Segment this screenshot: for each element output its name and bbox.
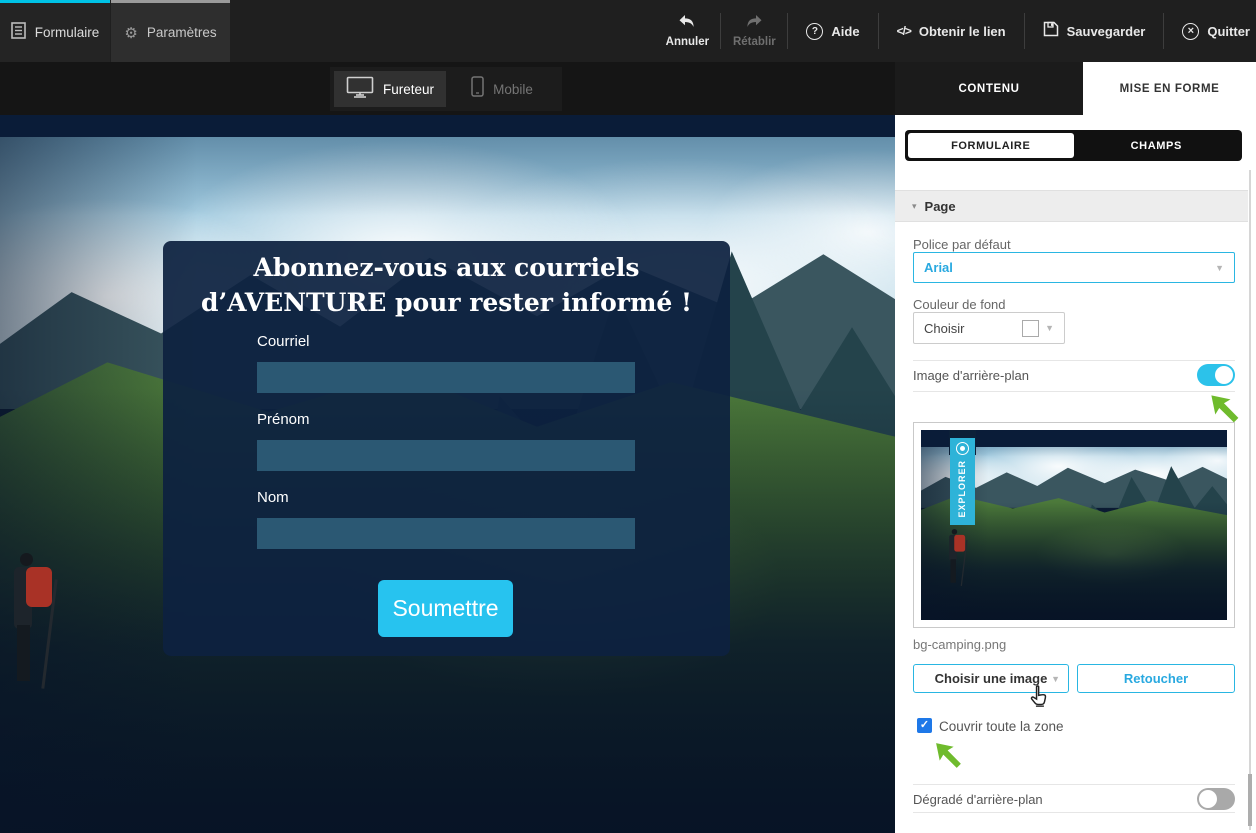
device-toggle: Fureteur Mobile <box>330 67 562 111</box>
undo-button[interactable]: Annuler <box>654 14 720 48</box>
email-field[interactable] <box>257 362 635 393</box>
canvas-top-strip: Fureteur Mobile <box>0 62 895 115</box>
section-page-title: Page <box>925 199 956 214</box>
quit-icon: × <box>1182 23 1199 40</box>
page-header-bar <box>0 115 895 137</box>
divider <box>913 391 1235 392</box>
subtab-champs[interactable]: CHAMPS <box>1074 133 1240 158</box>
bg-gradient-label: Dégradé d'arrière-plan <box>913 792 1043 807</box>
get-link-button[interactable]: </> Obtenir le lien <box>879 24 1024 39</box>
section-page-header[interactable]: ▾ Page <box>895 190 1248 222</box>
bg-image-thumbnail: EXPLORER <box>913 422 1235 628</box>
gear-icon: ⚙ <box>124 24 137 42</box>
device-browser-segment[interactable]: Fureteur <box>334 71 446 107</box>
toolbar-actions: Annuler Rétablir ? Aide </> Obtenir le l… <box>654 0 1256 62</box>
lastname-field[interactable] <box>257 518 635 549</box>
quit-button[interactable]: × Quitter <box>1164 23 1256 40</box>
help-icon: ? <box>806 23 823 40</box>
bg-color-select-value: Choisir <box>924 321 964 336</box>
quit-label: Quitter <box>1207 24 1250 39</box>
document-icon <box>11 22 26 44</box>
tab-parametres[interactable]: ⚙ Paramètres <box>111 0 230 62</box>
top-toolbar: Formulaire ⚙ Paramètres Annuler Rétablir <box>0 0 1256 62</box>
chevron-down-icon: ▼ <box>1215 263 1224 273</box>
divider <box>913 360 1235 361</box>
hiker-figure <box>945 529 969 592</box>
scrollbar-thumb[interactable] <box>1248 774 1252 826</box>
panel-scrollbar[interactable] <box>1249 170 1251 830</box>
undo-icon <box>678 14 696 33</box>
retouch-label: Retoucher <box>1124 671 1188 686</box>
tab-formulaire-label: Formulaire <box>35 25 100 40</box>
redo-icon <box>745 14 763 33</box>
thumbnail-scene: EXPLORER <box>921 430 1227 620</box>
form-fields-switch: FORMULAIRE CHAMPS <box>905 130 1242 161</box>
bg-image-label: Image d'arrière-plan <box>913 368 1029 383</box>
help-button[interactable]: ? Aide <box>788 23 877 40</box>
divider <box>913 784 1235 785</box>
annotation-arrow-icon <box>1208 392 1244 428</box>
cover-area-label: Couvrir toute la zone <box>939 719 1064 734</box>
subscription-form-card: Abonnez-vous aux courriels d’AVENTURE po… <box>163 241 730 656</box>
collapse-triangle-icon: ▾ <box>912 201 917 212</box>
submit-button[interactable]: Soumettre <box>378 580 513 637</box>
save-button[interactable]: Sauvegarder <box>1025 21 1164 42</box>
explorer-ribbon: EXPLORER <box>950 438 975 525</box>
chevron-down-icon: ▼ <box>1051 674 1060 684</box>
tab-contenu[interactable]: CONTENU <box>895 62 1083 115</box>
mobile-icon <box>471 76 484 102</box>
image-filename: bg-camping.png <box>913 637 1006 652</box>
help-label: Aide <box>831 24 859 39</box>
firstname-label: Prénom <box>257 411 310 428</box>
tab-parametres-label: Paramètres <box>147 25 217 40</box>
firstname-field[interactable] <box>257 440 635 471</box>
lastname-label: Nom <box>257 489 289 506</box>
bg-color-label: Couleur de fond <box>913 297 1006 312</box>
subtab-formulaire[interactable]: FORMULAIRE <box>908 133 1074 158</box>
tab-formulaire[interactable]: Formulaire <box>0 0 110 62</box>
form-title: Abonnez-vous aux courriels d’AVENTURE po… <box>163 251 730 320</box>
tab-mise-en-forme[interactable]: MISE EN FORME <box>1083 62 1256 115</box>
save-label: Sauvegarder <box>1067 24 1146 39</box>
bg-gradient-toggle[interactable] <box>1197 788 1235 810</box>
font-select[interactable]: Arial ▼ <box>913 252 1235 283</box>
compass-icon <box>956 442 969 455</box>
hiker-figure <box>4 553 60 703</box>
annotation-arrow-icon <box>933 740 966 773</box>
email-label: Courriel <box>257 333 310 350</box>
hand-cursor-icon <box>1028 684 1050 708</box>
settings-panel: CONTENU MISE EN FORME FORMULAIRE CHAMPS … <box>895 62 1256 833</box>
panel-tabs: CONTENU MISE EN FORME <box>895 62 1256 115</box>
bg-image-toggle[interactable] <box>1197 364 1235 386</box>
device-browser-label: Fureteur <box>383 82 434 97</box>
preview-canvas: Abonnez-vous aux courriels d’AVENTURE po… <box>0 115 895 833</box>
device-mobile-segment[interactable]: Mobile <box>446 71 558 107</box>
font-label: Police par défaut <box>913 237 1011 252</box>
redo-button[interactable]: Rétablir <box>721 14 787 48</box>
font-select-value: Arial <box>924 260 953 275</box>
undo-label: Annuler <box>666 36 709 48</box>
divider <box>913 812 1235 813</box>
code-icon: </> <box>897 24 911 38</box>
redo-label: Rétablir <box>733 36 776 48</box>
monitor-icon <box>346 76 374 103</box>
color-swatch <box>1022 320 1039 337</box>
form-builder-app: Formulaire ⚙ Paramètres Annuler Rétablir <box>0 0 1256 833</box>
chevron-down-icon: ▼ <box>1045 323 1054 333</box>
ribbon-text: EXPLORER <box>957 460 967 518</box>
retouch-button[interactable]: Retoucher <box>1077 664 1235 693</box>
get-link-label: Obtenir le lien <box>919 24 1006 39</box>
device-mobile-label: Mobile <box>493 82 533 97</box>
bg-color-select[interactable]: Choisir ▼ <box>913 312 1065 344</box>
save-icon <box>1043 21 1059 42</box>
cover-area-checkbox[interactable]: ✓ <box>917 718 932 733</box>
